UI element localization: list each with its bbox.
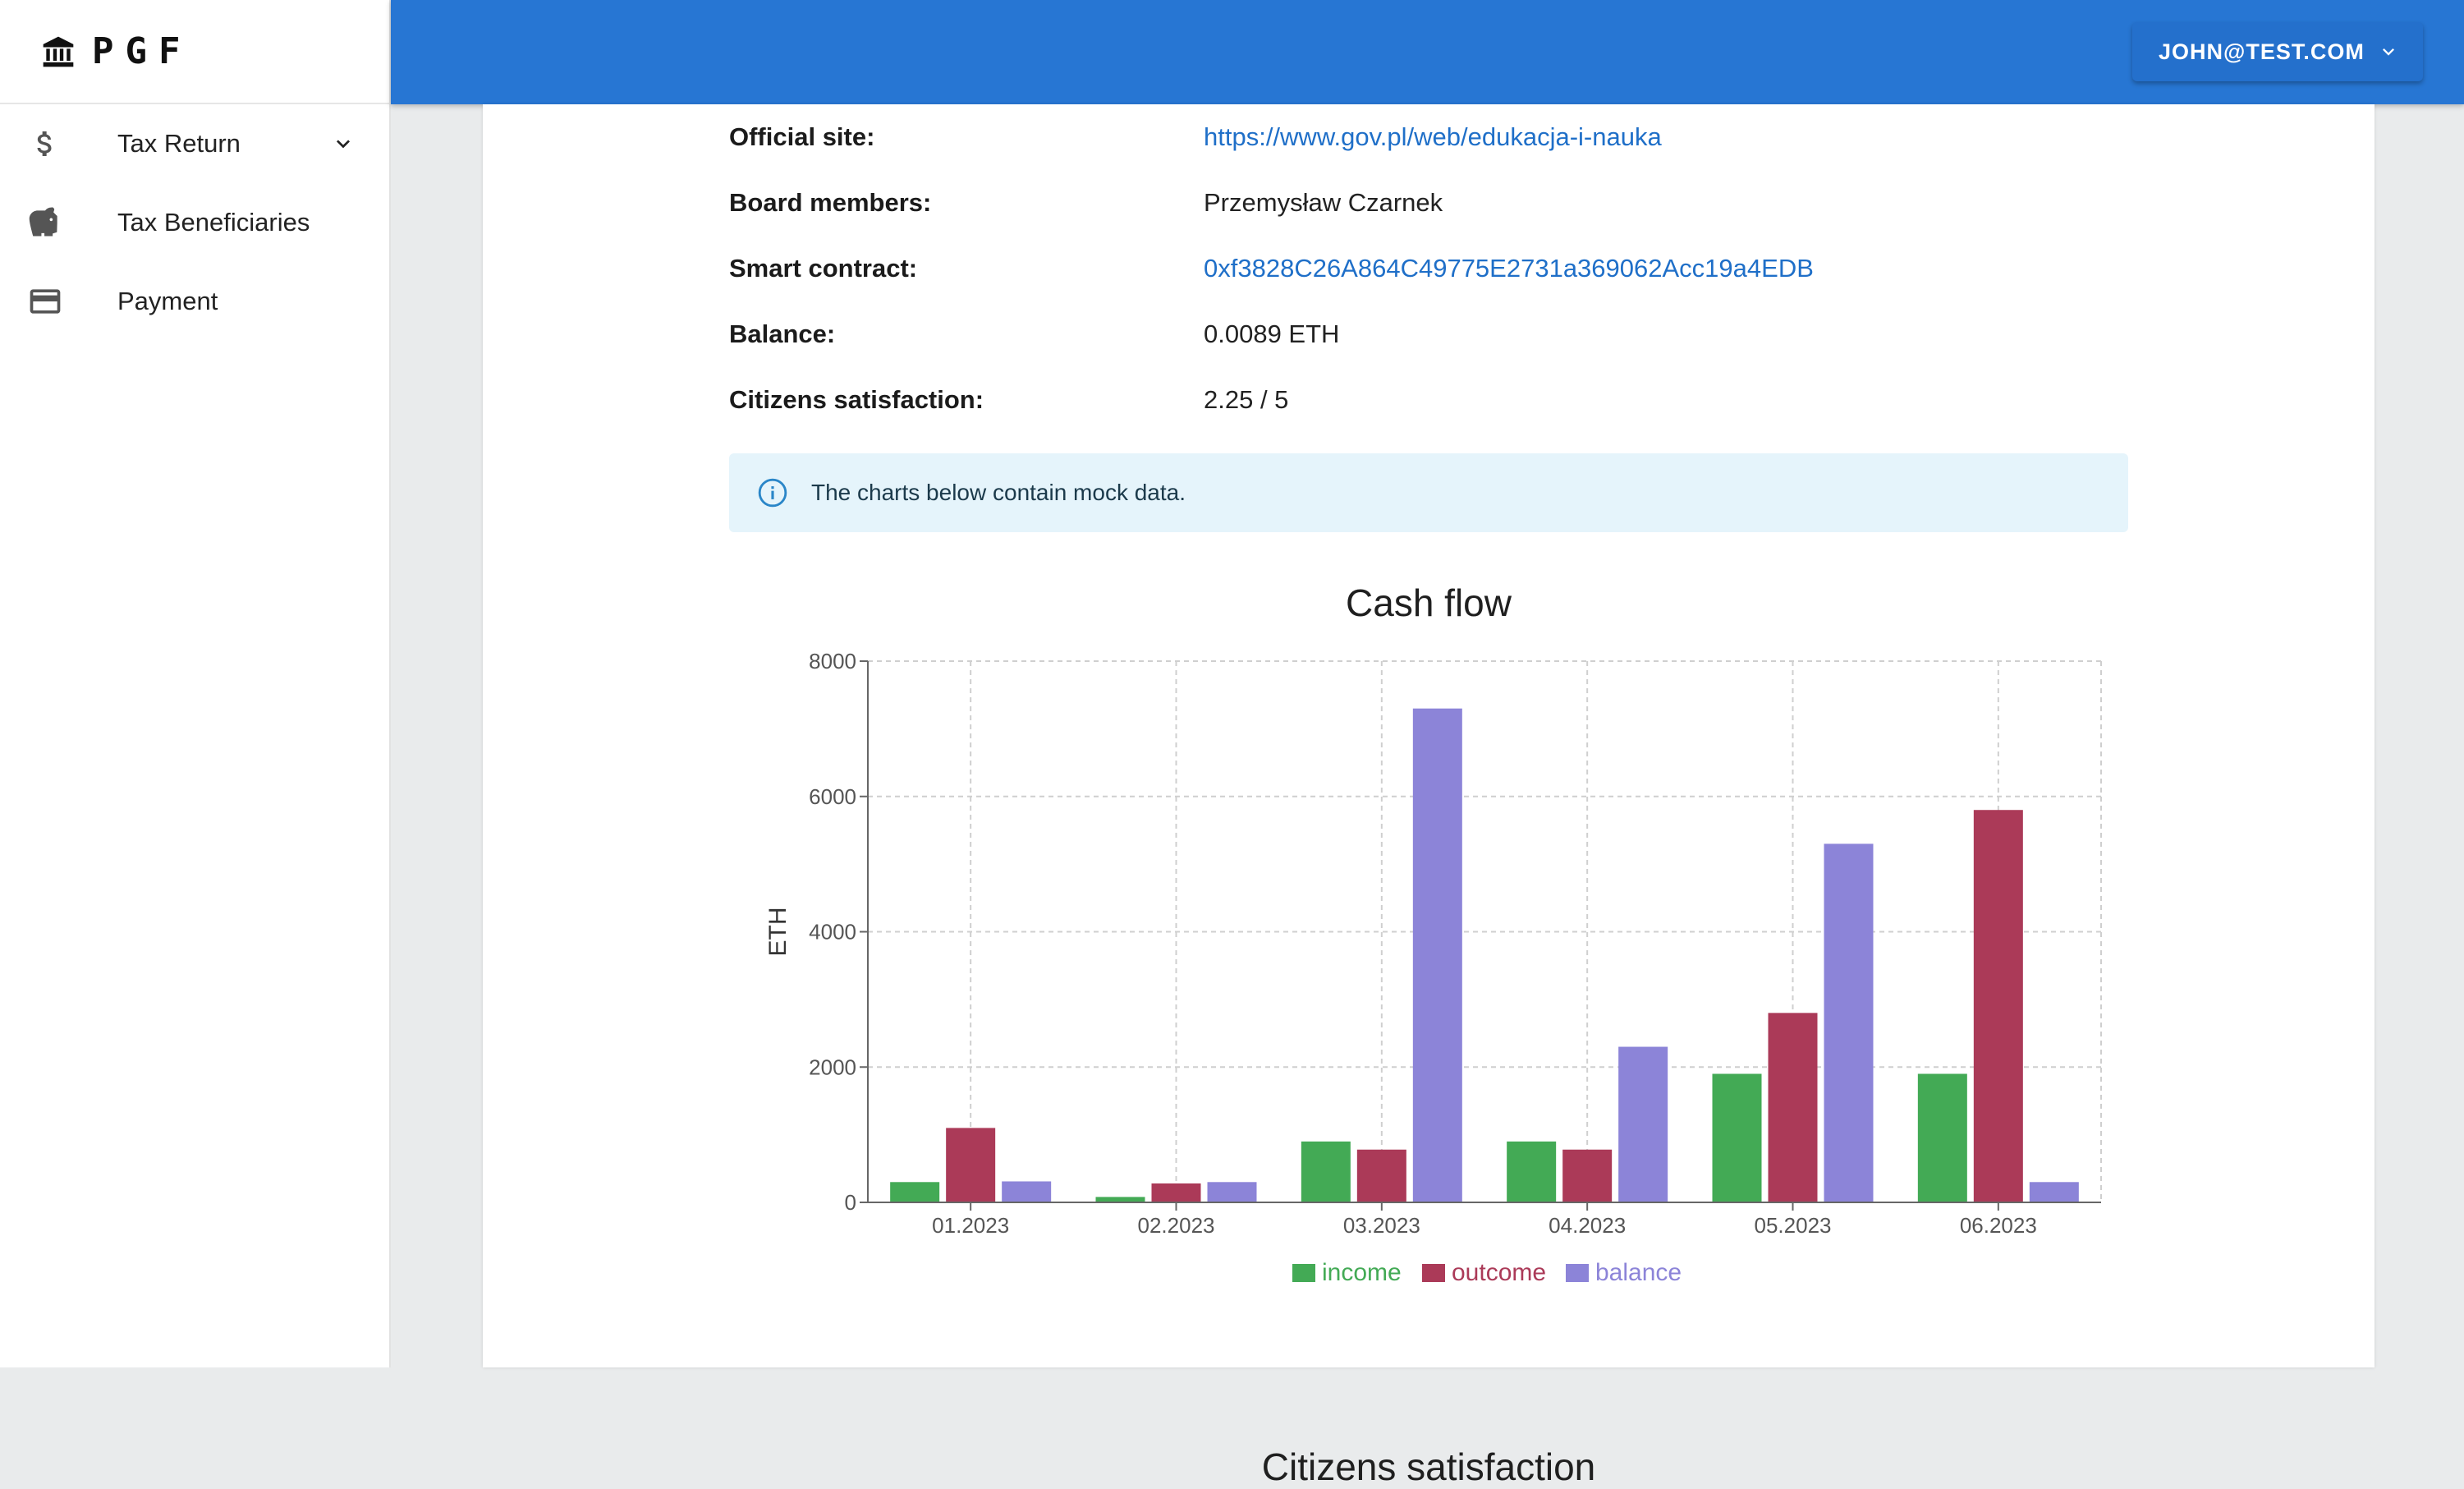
y-tick-label: 2000 (809, 1055, 856, 1079)
bar-outcome (1973, 810, 2023, 1202)
y-axis-label: ETH (764, 908, 792, 957)
sidebar-nav: Tax Return Tax Beneficiaries Payment (0, 104, 389, 341)
credit-card-icon (26, 283, 64, 320)
y-tick-label: 6000 (809, 784, 856, 809)
x-tick-label: 05.2023 (1755, 1213, 1832, 1238)
legend-swatch-balance (1566, 1264, 1589, 1282)
cash-flow-chart: 0 2000 4000 6000 8000 01.2023 02.2023 03.2023 04… (764, 649, 2102, 1286)
dollar-icon (26, 125, 64, 163)
piggy-bank-icon (26, 204, 64, 241)
bar-outcome (1562, 1149, 1613, 1202)
sidebar-item-label: Tax Return (117, 129, 241, 158)
bar-balance (1618, 1046, 1668, 1202)
sidebar-item-tax-beneficiaries[interactable]: Tax Beneficiaries (0, 183, 389, 262)
x-tick-label: 01.2023 (932, 1213, 1009, 1238)
bank-icon (43, 36, 74, 67)
brand[interactable]: PGF (0, 0, 389, 104)
bar-balance (1207, 1182, 1257, 1202)
top-app-bar: JOHN@TEST.COM (391, 0, 2464, 104)
sidebar-item-label: Tax Beneficiaries (117, 208, 310, 237)
bar-balance (1412, 708, 1462, 1202)
user-email: JOHN@TEST.COM (2159, 39, 2365, 64)
sidebar-item-payment[interactable]: Payment (0, 262, 389, 341)
bar-balance (1002, 1181, 1052, 1202)
y-tick-label: 0 (845, 1190, 856, 1215)
bar-income (1712, 1073, 1762, 1202)
bar-balance (1824, 843, 1874, 1202)
brand-name: PGF (92, 30, 192, 72)
satisfaction-section-title: Citizens satisfaction (1261, 1445, 1596, 1488)
x-tick-label: 03.2023 (1343, 1213, 1420, 1238)
bar-outcome (1356, 1149, 1406, 1202)
chevron-down-icon (2383, 48, 2394, 56)
x-tick-label: 04.2023 (1549, 1213, 1626, 1238)
bar-income (1917, 1073, 1967, 1202)
sidebar-item-label: Payment (117, 287, 218, 315)
y-tick-label: 8000 (809, 649, 856, 673)
bar-outcome (946, 1128, 996, 1202)
x-tick-label: 06.2023 (1960, 1213, 2037, 1238)
legend-label-balance: balance (1595, 1259, 1682, 1286)
legend-label-outcome: outcome (1452, 1259, 1546, 1286)
x-tick-label: 02.2023 (1138, 1213, 1215, 1238)
y-tick-label: 4000 (809, 920, 856, 944)
legend-swatch-outcome (1422, 1264, 1445, 1282)
bar-outcome (1768, 1013, 1818, 1202)
bar-outcome (1151, 1183, 1201, 1202)
bar-income (1507, 1141, 1557, 1202)
sidebar-item-tax-return[interactable]: Tax Return (0, 104, 389, 183)
bar-income (1301, 1141, 1351, 1202)
sidebar: PGF Tax Return Tax Beneficiaries Payment (0, 0, 391, 1367)
user-menu-button[interactable]: JOHN@TEST.COM (2132, 22, 2423, 81)
legend-label-income: income (1322, 1259, 1402, 1286)
bar-income (890, 1182, 940, 1202)
beneficiary-detail-card: Official site: https://www.gov.pl/web/ed… (483, 104, 2375, 1488)
legend-swatch-income (1292, 1264, 1315, 1282)
chevron-down-icon[interactable] (330, 131, 356, 157)
bar-balance (2029, 1182, 2079, 1202)
